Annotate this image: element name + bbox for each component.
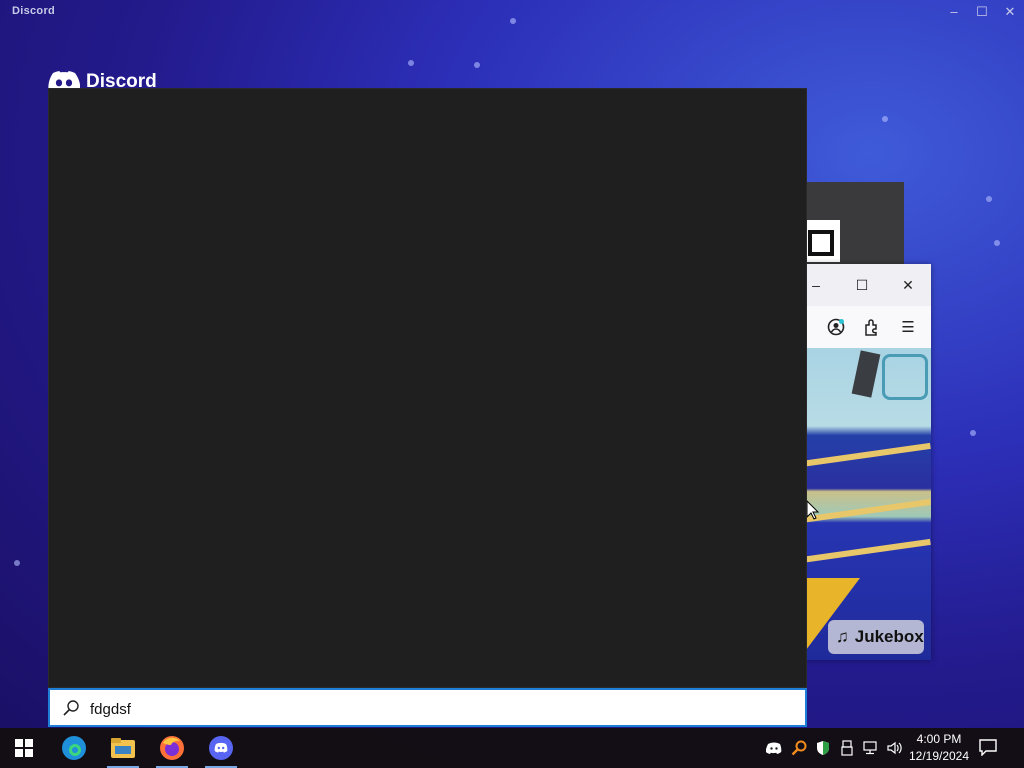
game-ring: [882, 354, 928, 400]
jukebox-label: Jukebox: [854, 627, 924, 646]
window-title: Discord: [12, 5, 56, 17]
browser-toolbar: ☰: [800, 306, 931, 349]
notification-icon: [979, 739, 997, 757]
game-tower: [851, 350, 881, 398]
firefox-icon: [160, 736, 184, 760]
game-track-stripe: [800, 538, 931, 564]
search-icon: [63, 700, 79, 716]
browser-close-button[interactable]: ✕: [898, 276, 918, 294]
mouse-cursor-icon: [806, 500, 820, 520]
music-note-icon: ♫: [836, 627, 849, 646]
browser-title-bar[interactable]: – ☐ ✕: [800, 264, 931, 306]
close-button[interactable]: ✕: [1000, 3, 1020, 21]
background-star: [986, 196, 992, 202]
background-star: [882, 116, 888, 122]
discord-title-bar: Discord – ☐ ✕: [0, 0, 1024, 24]
notification-center-button[interactable]: [978, 738, 1002, 758]
background-star: [474, 62, 480, 68]
discord-icon: [209, 736, 233, 760]
search-input[interactable]: [88, 697, 792, 721]
file-explorer-icon: [111, 738, 135, 758]
taskbar: 4:00 PM 12/19/2024: [0, 728, 1024, 768]
discord-tray-icon[interactable]: [764, 738, 784, 758]
clock[interactable]: 4:00 PM 12/19/2024: [906, 731, 972, 765]
taskbar-discord[interactable]: [197, 728, 245, 768]
search-bar[interactable]: [48, 688, 807, 727]
background-star: [994, 240, 1000, 246]
taskbar-edge[interactable]: [50, 728, 98, 768]
account-icon[interactable]: [826, 318, 846, 338]
extensions-icon[interactable]: [862, 318, 882, 338]
network-icon[interactable]: [861, 738, 881, 758]
edge-icon: [62, 736, 86, 760]
background-star: [14, 560, 20, 566]
minimize-button[interactable]: –: [944, 3, 964, 21]
maximize-button[interactable]: ☐: [972, 3, 992, 21]
taskbar-firefox[interactable]: [148, 728, 196, 768]
background-star: [408, 60, 414, 66]
background-star: [970, 430, 976, 436]
clock-time: 4:00 PM: [916, 732, 962, 746]
start-icon: [15, 739, 33, 757]
browser-window[interactable]: – ☐ ✕ ☰ ♫ Jukebox: [800, 264, 931, 660]
shield-tray-icon[interactable]: [813, 738, 833, 758]
jukebox-button[interactable]: ♫ Jukebox: [828, 620, 924, 654]
search-results-panel: [48, 88, 807, 688]
volume-icon[interactable]: [885, 738, 905, 758]
usb-tray-icon[interactable]: [837, 738, 857, 758]
menu-icon[interactable]: ☰: [898, 318, 918, 338]
game-track-stripe: [800, 442, 931, 468]
search-tray-icon[interactable]: [789, 738, 809, 758]
browser-maximize-button[interactable]: ☐: [852, 276, 872, 294]
browser-minimize-button[interactable]: –: [806, 276, 826, 294]
start-button[interactable]: [0, 728, 48, 768]
clock-date: 12/19/2024: [908, 749, 970, 763]
taskbar-file-explorer[interactable]: [99, 728, 147, 768]
